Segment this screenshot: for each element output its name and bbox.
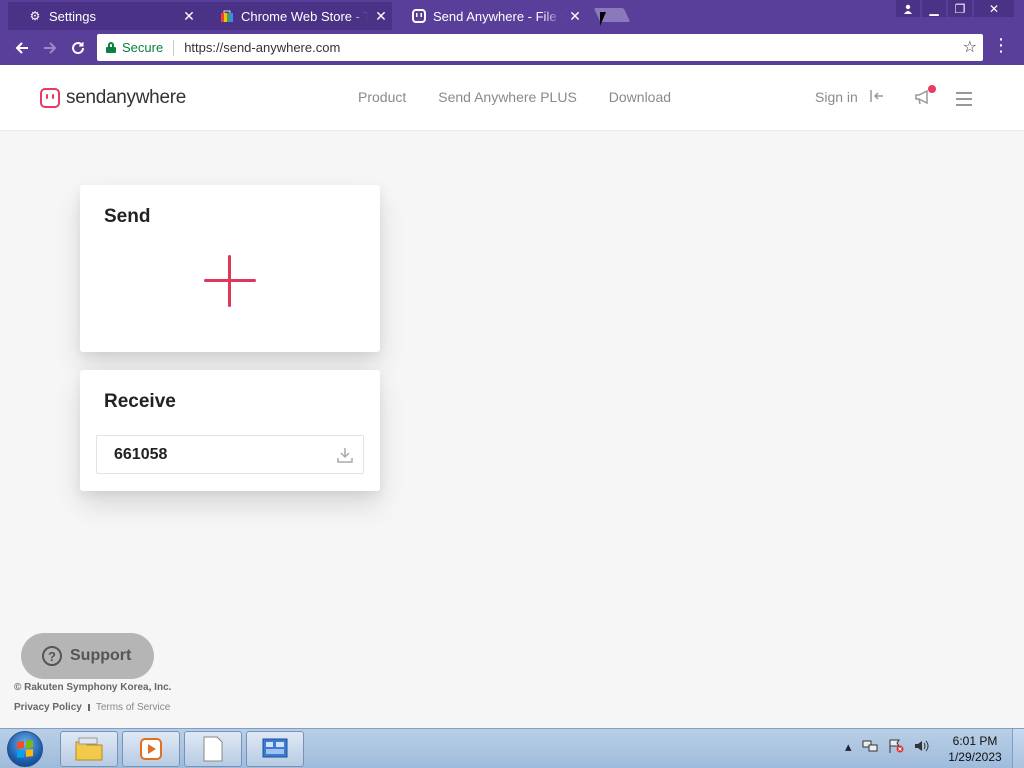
site-header: sendanywhere Product Send Anywhere PLUS … [0,65,1024,131]
logo-mark-icon [40,88,60,108]
show-hidden-icons-icon[interactable]: ▴ [845,739,852,756]
restore-icon[interactable]: ❐ [948,0,972,17]
receive-title: Receive [104,391,176,412]
window-close-icon[interactable]: ✕ [974,0,1014,17]
close-tab-icon[interactable]: ✕ [182,8,196,25]
mouse-cursor [600,12,612,26]
add-files-plus-icon[interactable] [204,255,256,307]
sign-in-icon [870,89,884,105]
control-panel-icon [262,738,288,758]
chrome-web-store-icon [220,9,234,23]
secure-label: Secure [122,40,164,55]
main-nav: Product Send Anywhere PLUS Download [358,89,703,105]
tab-chrome-web-store[interactable]: Chrome Web Store - The ✕ [200,2,398,30]
close-tab-icon[interactable]: ✕ [568,8,582,25]
tab-title: Settings [49,8,96,24]
tab-title: Chrome Web Store - The [241,8,368,24]
receive-key-value: 661058 [114,445,168,463]
help-question-icon: ? [42,646,62,666]
back-arrow-icon[interactable] [8,34,36,62]
document-icon [203,736,223,762]
volume-icon[interactable] [914,739,930,756]
close-tab-icon[interactable]: ✕ [374,8,388,25]
menu-hamburger-icon[interactable] [956,92,972,110]
nav-download[interactable]: Download [609,89,671,105]
nav-product[interactable]: Product [358,89,406,105]
logo-text-rest: anywhere [106,87,186,108]
bookmark-star-icon[interactable]: ☆ [963,37,977,57]
lock-icon [106,42,116,53]
download-icon[interactable] [337,447,353,463]
chrome-menu-icon[interactable]: ⋮ [992,36,1010,54]
sign-in-link[interactable]: Sign in [815,89,884,105]
reload-icon[interactable] [64,34,92,62]
folder-icon [75,737,103,761]
receive-key-input[interactable]: 661058 [96,435,364,474]
send-title: Send [104,206,151,227]
tab-send-anywhere[interactable]: Send Anywhere - File tra ✕ [392,2,592,30]
browser-tab-strip: ⚙ Settings ✕ Chrome Web Store - The ✕ Se… [0,0,1024,30]
action-center-flag-icon[interactable] [888,739,904,756]
url-text[interactable]: https://send-anywhere.com [184,40,340,55]
footer-links: Privacy Policy Terms of Service [14,702,170,713]
taskbar-notepad-button[interactable] [184,731,242,767]
taskbar-explorer-button[interactable] [60,731,118,767]
notification-badge [928,85,936,93]
system-clock[interactable]: 6:01 PM 1/29/2023 [940,733,1010,765]
support-label: Support [70,647,132,664]
start-button[interactable] [7,731,43,767]
minimize-icon[interactable]: ▁ [922,0,946,17]
show-desktop-button[interactable] [1012,729,1024,768]
taskbar-control-panel-button[interactable] [246,731,304,767]
logo-text-bold: send [66,87,107,108]
address-bar[interactable]: Secure https://send-anywhere.com ☆ [97,34,983,61]
sign-in-label: Sign in [815,89,858,105]
gear-icon: ⚙ [29,9,41,23]
clock-time: 6:01 PM [952,734,998,748]
send-anywhere-icon [412,9,426,23]
support-button[interactable]: ? Support [21,633,154,679]
send-card[interactable]: Send [80,185,380,352]
window-controls: ▁ ❐ ✕ [896,0,1014,18]
profile-icon[interactable] [896,0,920,17]
media-player-icon [140,738,162,760]
copyright-text: © Rakuten Symphony Korea, Inc. [14,682,172,693]
windows-logo-icon [17,740,33,758]
network-icon[interactable] [862,739,878,756]
browser-toolbar: Secure https://send-anywhere.com ☆ ⋮ [0,30,1024,65]
clock-date: 1/29/2023 [948,750,1002,764]
tab-settings[interactable]: ⚙ Settings ✕ [8,2,206,30]
forward-arrow-icon[interactable] [36,34,64,62]
privacy-policy-link[interactable]: Privacy Policy [14,702,82,713]
receive-card: Receive 661058 [80,370,380,491]
system-tray: ▴ [845,739,930,756]
taskbar-media-player-button[interactable] [122,731,180,767]
windows-taskbar: ▴ 6:01 PM 1/29/2023 [0,728,1024,768]
tab-title: Send Anywhere - File tra [433,8,562,24]
nav-send-anywhere-plus[interactable]: Send Anywhere PLUS [438,89,577,105]
send-anywhere-logo[interactable]: sendanywhere [40,87,186,109]
terms-of-service-link[interactable]: Terms of Service [96,702,170,713]
